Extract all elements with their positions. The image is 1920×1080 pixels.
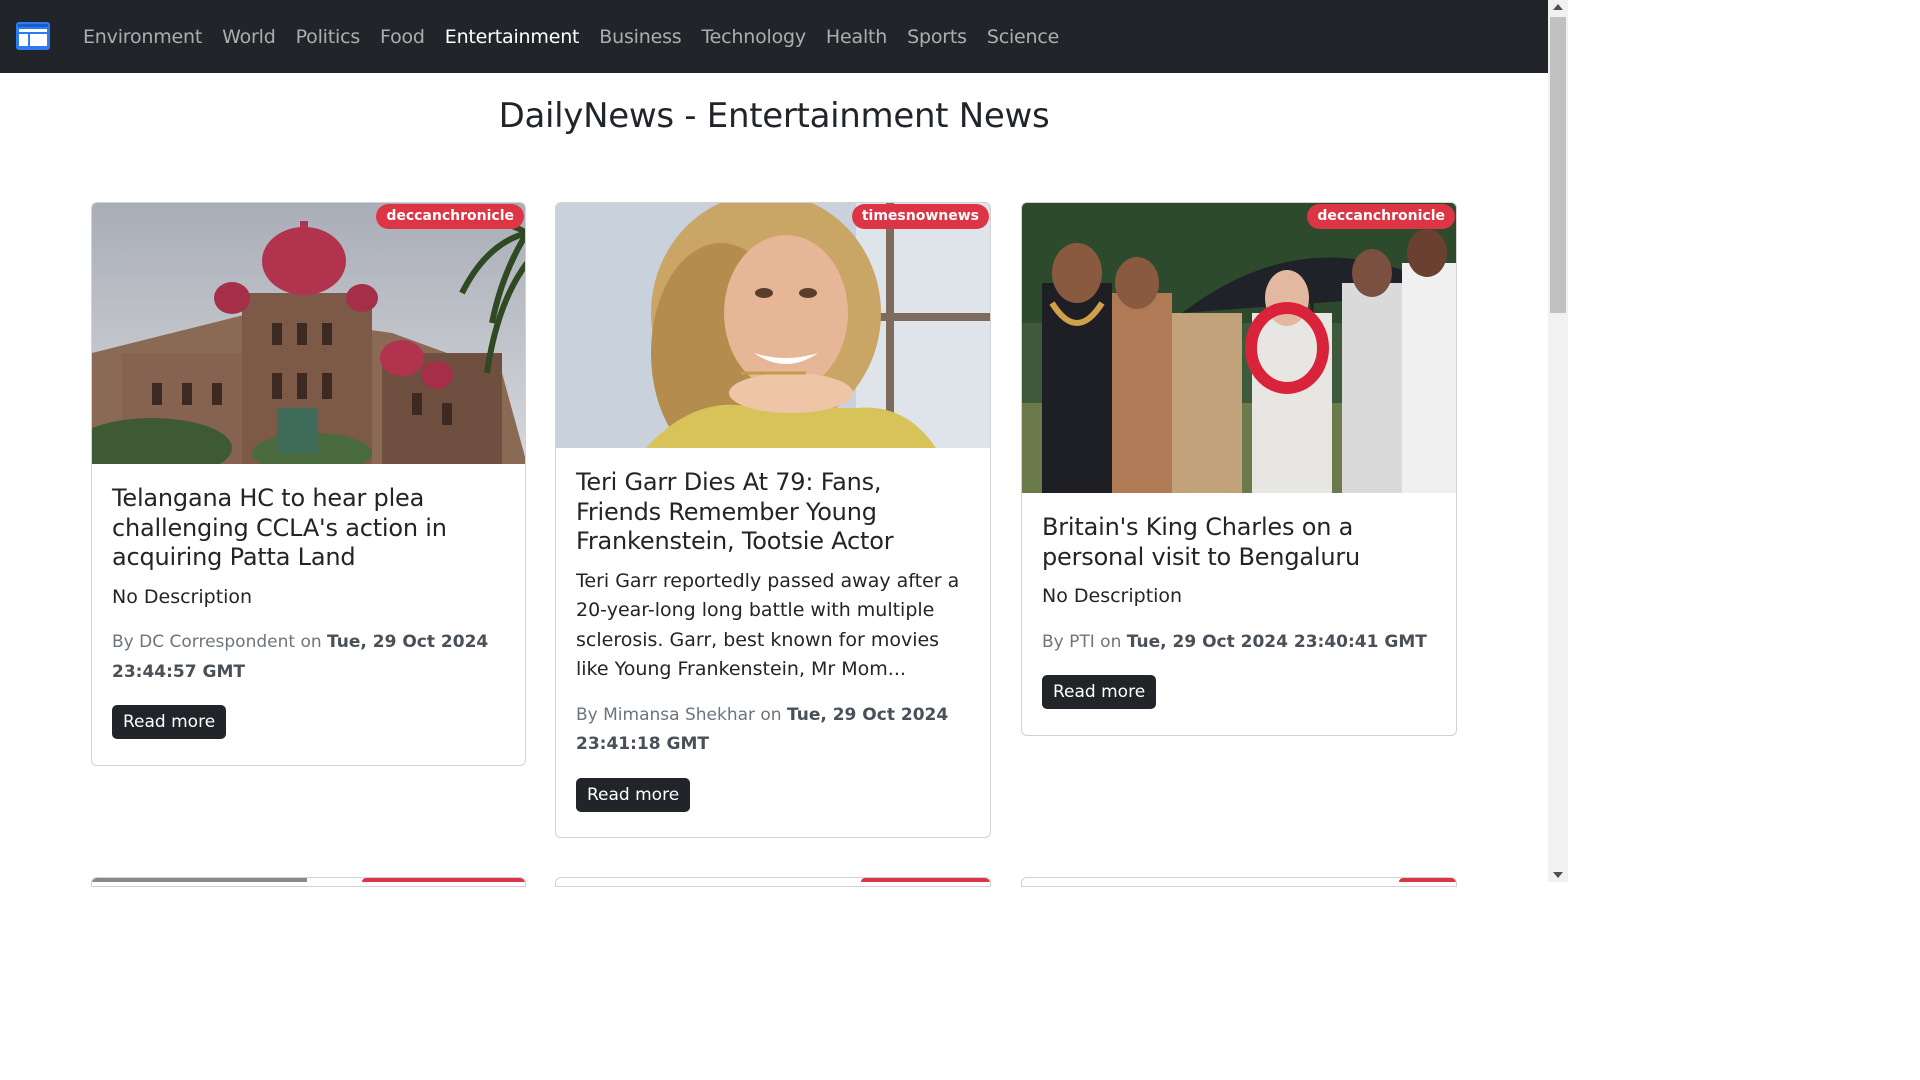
nav-link-business[interactable]: Business [589, 26, 691, 48]
read-more-button[interactable]: Read more [112, 705, 227, 739]
article-card: deccanchronicle Telangana HC to hear ple… [91, 202, 526, 766]
source-badge: timesnownews [851, 204, 989, 229]
article-card: timesnownews Teri Garr Dies At 79: Fans,… [555, 202, 991, 838]
actress-portrait-photo [556, 203, 990, 448]
article-image[interactable]: timesnownews [556, 203, 990, 448]
byline-author: By PTI on [1042, 631, 1122, 652]
article-description: No Description [112, 585, 253, 608]
byline-date: Tue, 29 Oct 2024 23:40:41 GMT [1126, 631, 1427, 652]
king-charles-umbrella-photo [1022, 203, 1456, 493]
nav-link-food[interactable]: Food [370, 26, 435, 48]
article-description: No Description [1042, 585, 1183, 607]
scroll-up-arrow-icon[interactable] [1553, 4, 1563, 10]
nav-link-world[interactable]: World [212, 26, 285, 48]
article-card-body: Britain's King Charles on a personal vis… [1022, 493, 1456, 729]
article-title: Teri Garr Dies At 79: Fans, Friends Reme… [576, 468, 894, 555]
newspaper-logo-icon[interactable] [16, 22, 50, 50]
top-navbar: Environment World Politics Food Entertai… [0, 0, 1548, 73]
source-badge: deccanchronicle [1307, 204, 1455, 229]
nav-link-politics[interactable]: Politics [286, 26, 370, 48]
article-byline: By PTI on Tue, 29 Oct 2024 23:40:41 GMT [1042, 628, 1436, 658]
source-badge: deccanchronicle [376, 204, 524, 229]
article-image[interactable]: deccanchronicle [92, 203, 525, 464]
article-title: Britain's King Charles on a personal vis… [1042, 513, 1361, 571]
court-building-photo [92, 203, 525, 464]
article-title: Telangana HC to hear plea challenging CC… [112, 484, 447, 571]
scrollbar-thumb[interactable] [1550, 17, 1566, 313]
article-card-body: Telangana HC to hear plea challenging CC… [92, 464, 525, 759]
nav-link-entertainment[interactable]: Entertainment [435, 26, 590, 48]
page-title: DailyNews - Entertainment News [498, 96, 1050, 136]
read-more-button[interactable]: Read more [1042, 675, 1157, 709]
read-more-button[interactable]: Read more [576, 777, 691, 812]
article-card: deccanchronicle Britain's King Charles o… [1021, 202, 1457, 736]
article-byline: By Mimansa Shekhar on Tue, 29 Oct 2024 2… [576, 701, 970, 760]
article-card-next-row [555, 877, 991, 887]
nav-link-health[interactable]: Health [816, 26, 897, 48]
article-byline: By DC Correspondent on Tue, 29 Oct 2024 … [112, 628, 505, 687]
article-card-body: Teri Garr Dies At 79: Fans, Friends Reme… [556, 448, 990, 832]
nav-links: Environment World Politics Food Entertai… [73, 0, 1069, 73]
byline-author: By DC Correspondent on [112, 632, 322, 652]
nav-link-sports[interactable]: Sports [897, 26, 977, 48]
article-image[interactable]: deccanchronicle [1022, 203, 1456, 493]
byline-author: By Mimansa Shekhar on [576, 704, 782, 725]
scroll-down-arrow-icon[interactable] [1553, 872, 1563, 878]
nav-link-environment[interactable]: Environment [73, 26, 212, 48]
nav-link-technology[interactable]: Technology [691, 26, 815, 48]
vertical-scrollbar[interactable] [1548, 0, 1568, 882]
nav-link-science[interactable]: Science [977, 26, 1069, 48]
article-card-next-row [1021, 877, 1457, 887]
article-description: Teri Garr reportedly passed away after a… [576, 569, 960, 681]
article-card-next-row [91, 877, 526, 887]
